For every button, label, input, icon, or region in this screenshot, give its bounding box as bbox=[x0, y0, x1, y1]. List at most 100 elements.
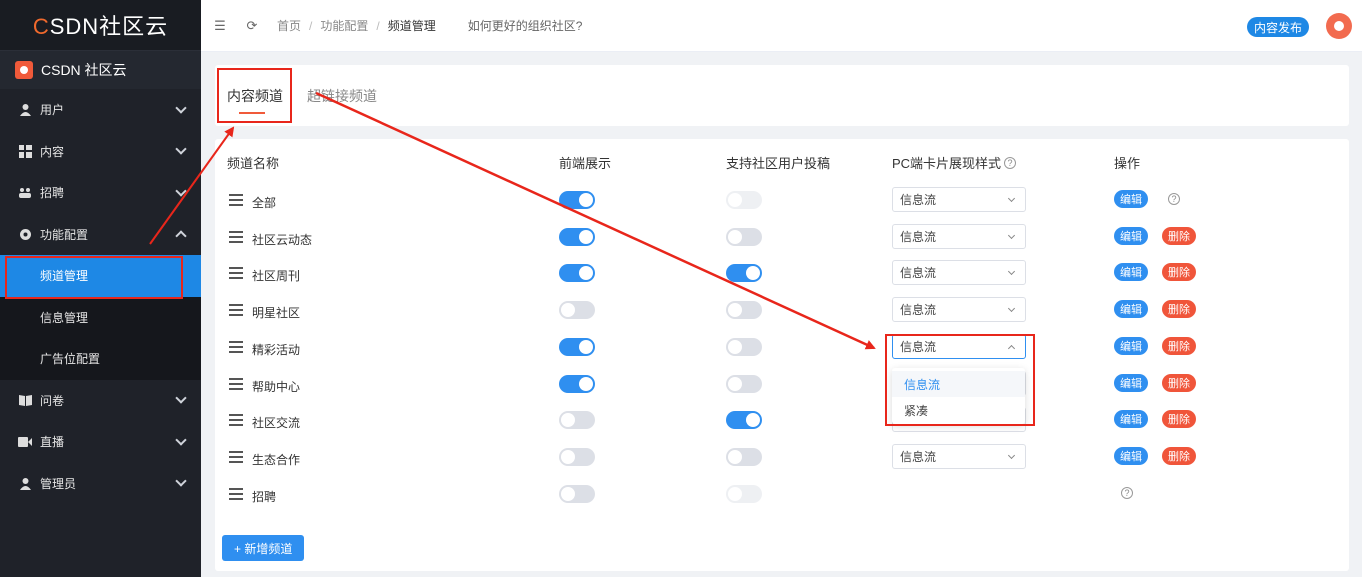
front-display-switch[interactable] bbox=[559, 301, 595, 320]
video-icon bbox=[18, 435, 32, 449]
avatar[interactable] bbox=[1326, 13, 1352, 39]
drag-handle-icon[interactable] bbox=[229, 194, 243, 206]
col-header-action: 操作 bbox=[1114, 156, 1141, 171]
channel-name: 明星社区 bbox=[252, 306, 301, 321]
table-row: 生态合作 信息流 编辑 删除 bbox=[215, 440, 1349, 476]
breadcrumb-current: 频道管理 bbox=[387, 19, 436, 33]
user-submit-switch[interactable] bbox=[726, 264, 762, 283]
menu-toggle-icon[interactable]: ☰ bbox=[213, 18, 227, 33]
edit-button[interactable]: 编辑 bbox=[1114, 446, 1148, 465]
edit-button[interactable]: 编辑 bbox=[1114, 336, 1148, 355]
col-header-front: 前端展示 bbox=[559, 156, 612, 171]
edit-button[interactable]: 编辑 bbox=[1114, 373, 1148, 392]
user-icon bbox=[18, 103, 32, 117]
annotation-box-tab bbox=[217, 68, 292, 123]
drag-handle-icon[interactable] bbox=[229, 487, 243, 500]
delete-button[interactable]: 删除 bbox=[1162, 373, 1196, 392]
help-link[interactable]: 如何更好的组织社区? bbox=[468, 17, 583, 34]
table-row: 帮助中心信息流编辑删除 bbox=[215, 367, 1349, 403]
help-icon[interactable]: ? bbox=[1121, 486, 1133, 499]
gear-icon bbox=[18, 227, 32, 241]
delete-button[interactable]: 删除 bbox=[1162, 446, 1196, 465]
sidebar-item-content[interactable]: 内容 bbox=[0, 131, 201, 173]
sidebar-item-admin[interactable]: 管理员 bbox=[0, 463, 201, 505]
chevron-down-icon bbox=[175, 434, 187, 446]
front-display-switch[interactable] bbox=[559, 374, 595, 393]
sidebar-item-ad-config[interactable]: 广告位配置 bbox=[0, 338, 201, 380]
delete-button[interactable]: 删除 bbox=[1162, 336, 1196, 355]
tab-link-channel[interactable]: 超链接频道 bbox=[307, 65, 377, 126]
front-display-switch[interactable] bbox=[559, 191, 595, 209]
delete-button[interactable]: 删除 bbox=[1162, 410, 1196, 429]
annotation-box-dropdown bbox=[885, 334, 1035, 426]
edit-button[interactable]: 编辑 bbox=[1114, 263, 1148, 282]
sidebar-item-survey[interactable]: 问卷 bbox=[0, 380, 201, 422]
drag-handle-icon[interactable] bbox=[229, 414, 243, 427]
org-name: CSDN 社区云 bbox=[41, 62, 127, 78]
card-style-select[interactable]: 信息流 bbox=[892, 297, 1026, 323]
delete-button[interactable]: 删除 bbox=[1162, 226, 1196, 245]
table-row: 社区周刊 信息流 编辑 删除 bbox=[215, 256, 1349, 292]
user-submit-switch[interactable] bbox=[726, 227, 762, 246]
org-logo-icon bbox=[15, 61, 33, 79]
breadcrumb-feature-config[interactable]: 功能配置 bbox=[320, 17, 368, 34]
card-style-select[interactable]: 信息流 bbox=[892, 187, 1026, 212]
edit-button[interactable]: 编辑 bbox=[1114, 190, 1148, 208]
user-submit-switch[interactable] bbox=[726, 411, 762, 430]
delete-button[interactable]: 删除 bbox=[1162, 263, 1196, 282]
add-channel-button[interactable]: + 新增频道 bbox=[222, 535, 305, 561]
chevron-down-icon bbox=[175, 102, 187, 114]
delete-button[interactable]: 删除 bbox=[1162, 300, 1196, 319]
drag-handle-icon[interactable] bbox=[229, 267, 243, 280]
help-icon[interactable]: ? bbox=[1168, 193, 1180, 205]
org-switcher[interactable]: CSDN 社区云 bbox=[0, 51, 201, 89]
edit-button[interactable]: 编辑 bbox=[1114, 226, 1148, 245]
refresh-icon[interactable]: ⟳ bbox=[245, 18, 259, 33]
channel-name: 精彩活动 bbox=[252, 342, 301, 357]
user-submit-switch[interactable] bbox=[726, 374, 762, 393]
user-submit-switch[interactable] bbox=[726, 301, 762, 320]
front-display-switch[interactable] bbox=[559, 227, 595, 246]
drag-handle-icon[interactable] bbox=[229, 304, 243, 317]
edit-button[interactable]: 编辑 bbox=[1114, 300, 1148, 319]
sidebar-item-live[interactable]: 直播 bbox=[0, 421, 201, 463]
drag-handle-icon[interactable] bbox=[229, 230, 243, 243]
chevron-down-icon bbox=[175, 185, 187, 197]
channel-name: 社区云动态 bbox=[252, 232, 313, 247]
channel-name: 招聘 bbox=[252, 489, 277, 504]
breadcrumb-home[interactable]: 首页 bbox=[277, 17, 301, 34]
card-style-select[interactable]: 信息流 bbox=[892, 223, 1026, 249]
logo: CSDN社区云 bbox=[0, 0, 201, 51]
chevron-down-icon bbox=[1007, 305, 1016, 313]
sidebar-item-info-manage[interactable]: 信息管理 bbox=[0, 296, 201, 338]
card-style-select[interactable]: 信息流 bbox=[892, 260, 1026, 286]
user-submit-switch[interactable] bbox=[726, 447, 762, 466]
front-display-switch[interactable] bbox=[559, 484, 595, 503]
publish-button[interactable]: 内容发布 bbox=[1246, 17, 1309, 37]
drag-handle-icon[interactable] bbox=[229, 340, 243, 353]
front-display-switch[interactable] bbox=[559, 411, 595, 430]
card-style-select[interactable]: 信息流 bbox=[892, 443, 1026, 469]
chevron-up-icon bbox=[175, 230, 187, 242]
front-display-switch[interactable] bbox=[559, 447, 595, 466]
col-header-style: PC端卡片展现样式? bbox=[892, 153, 1017, 172]
front-display-switch[interactable] bbox=[559, 337, 595, 356]
user-submit-switch[interactable] bbox=[726, 337, 762, 356]
sidebar-item-user[interactable]: 用户 bbox=[0, 89, 201, 131]
sidebar-item-feature-config[interactable]: 功能配置 bbox=[0, 214, 201, 256]
sidebar-item-recruit[interactable]: 招聘 bbox=[0, 172, 201, 214]
front-display-switch[interactable] bbox=[559, 264, 595, 283]
drag-handle-icon[interactable] bbox=[229, 377, 243, 390]
table-row: 全部 信息流 编辑? bbox=[215, 183, 1349, 219]
user-submit-switch bbox=[726, 484, 762, 503]
admin-icon bbox=[18, 476, 32, 490]
table-row: 招聘? bbox=[215, 477, 1349, 513]
user-submit-switch bbox=[726, 191, 762, 209]
drag-handle-icon[interactable] bbox=[229, 450, 243, 463]
chevron-down-icon bbox=[175, 143, 187, 155]
table-row: 社区交流信息流编辑删除 bbox=[215, 403, 1349, 439]
table-row: 明星社区 信息流 编辑 删除 bbox=[215, 293, 1349, 329]
channel-name: 帮助中心 bbox=[252, 379, 301, 394]
help-icon[interactable]: ? bbox=[1004, 156, 1017, 169]
edit-button[interactable]: 编辑 bbox=[1114, 410, 1148, 429]
